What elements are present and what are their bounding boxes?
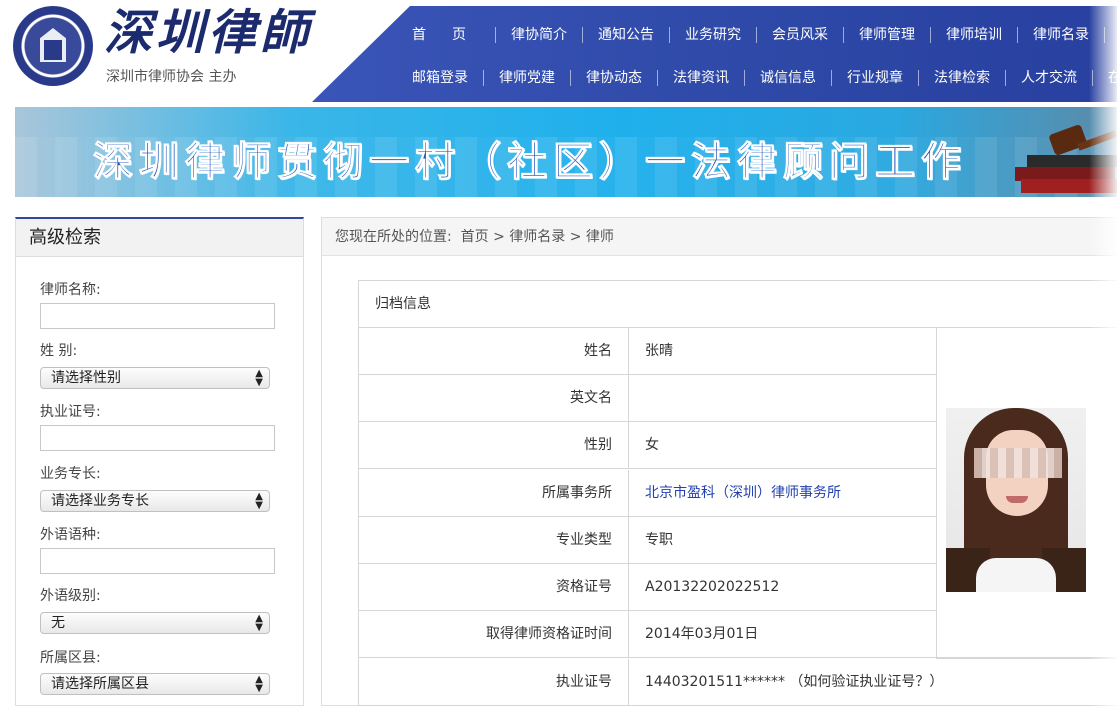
brand-title[interactable]: 深圳律師 [104,4,312,62]
row-key: 姓名 [359,328,629,374]
row-key: 执业证号 [359,659,629,705]
advanced-search-panel: 高级检索 律师名称: 姓 别: 请选择性别 ▲ ▼ 执业证号: 业务专长: 请选择… [15,217,304,706]
select-arrows-icon: ▲ ▼ [255,368,263,388]
brand-subtitle: 深圳市律师协会 主办 [106,69,237,85]
nav-training[interactable]: 律师培训 [930,27,1017,43]
table-row: 所属事务所 北京市盈科（深圳）律师事务所 [359,470,936,517]
gender-select[interactable]: 请选择性别 ▲ ▼ [40,367,270,389]
lawyer-detail-panel: 您现在所处的位置: 首页 > 律师名录 > 律师 归档信息 姓名 张晴 英文名 … [321,217,1117,706]
lawyer-name-input[interactable] [40,303,275,329]
breadcrumb: 您现在所处的位置: 首页 > 律师名录 > 律师 [322,218,1117,256]
gender-label: 姓 别: [40,343,78,359]
nav-lawyer-more[interactable]: 律师 [1104,27,1117,43]
row-key: 取得律师资格证时间 [359,611,629,657]
banner-text: 深圳律师贯彻一村（社区）一法律顾问工作 [93,139,967,186]
breadcrumb-home-link[interactable]: 首页 [461,218,489,255]
table-row: 英文名 [359,375,936,422]
nav-research[interactable]: 业务研究 [669,27,756,43]
nav-legal-search[interactable]: 法律检索 [918,70,1005,86]
row-key: 所属事务所 [359,470,629,516]
row-value: 专职 [645,532,673,548]
nav-integrity[interactable]: 诚信信息 [744,70,831,86]
table-row: 专业类型 专职 [359,517,936,564]
photo-smile [1006,496,1028,503]
breadcrumb-separator: > [565,229,586,245]
select-arrows-icon: ▲ ▼ [255,674,263,694]
row-value [629,375,645,421]
nav-notices[interactable]: 通知公告 [582,27,669,43]
district-select[interactable]: 请选择所属区县 ▲ ▼ [40,673,270,695]
archive-info-title: 归档信息 [359,281,1117,328]
row-key: 性别 [359,422,629,468]
nav-home[interactable]: 首页 [400,27,495,43]
advanced-search-title: 高级检索 [16,219,303,257]
row-key: 英文名 [359,375,629,421]
nav-regulations[interactable]: 行业规章 [831,70,918,86]
row-key: 资格证号 [359,564,629,610]
language-input[interactable] [40,548,275,574]
row-key: 专业类型 [359,517,629,563]
photo-cell [936,328,1117,659]
nav-online[interactable]: 在线 [1092,70,1117,86]
lawyer-photo [946,408,1086,592]
district-label: 所属区县: [40,650,101,666]
table-row: 执业证号 14403201511****** （如何验证执业证号？） [359,659,1117,706]
site-header: 深圳律師 深圳市律师协会 主办 首页 律协简介 通知公告 业务研究 会员风采 律… [0,0,1117,104]
table-row: 性别 女 [359,422,936,469]
lawyer-name-label: 律师名称: [40,282,101,298]
row-value: 张晴 [645,343,673,359]
specialty-label: 业务专长: [40,466,101,482]
nav-directory[interactable]: 律师名录 [1017,27,1104,43]
gavel-books-icon [1015,124,1117,193]
nav-members[interactable]: 会员风采 [756,27,843,43]
breadcrumb-prefix: 您现在所处的位置: [335,229,452,245]
nav-legal-info[interactable]: 法律资讯 [657,70,744,86]
license-number-label: 执业证号: [40,404,101,420]
table-row: 资格证号 A20132202022512 [359,564,936,611]
nav-jobs[interactable]: 人才交流 [1005,70,1092,86]
breadcrumb-separator: > [488,229,510,245]
row-value: A20132202022512 [645,579,780,595]
select-arrows-icon: ▲ ▼ [255,491,263,511]
license-number-value[interactable]: 14403201511****** （如何验证执业证号？） [629,659,943,705]
association-seal-logo[interactable] [13,6,93,86]
breadcrumb-current: 律师 [585,229,614,245]
language-label: 外语语种: [40,527,101,543]
district-select-value: 请选择所属区县 [51,676,149,692]
law-firm-link[interactable]: 北京市盈科（深圳）律师事务所 [629,470,841,516]
language-level-label: 外语级别: [40,588,101,604]
table-row: 姓名 张晴 [359,328,936,375]
nav-lawyer-management[interactable]: 律师管理 [843,27,930,43]
photo-privacy-blur [974,448,1062,478]
nav-news[interactable]: 律协动态 [570,70,657,86]
specialty-select-value: 请选择业务专长 [51,493,149,509]
main-nav: 首页 律协简介 通知公告 业务研究 会员风采 律师管理 律师培训 律师名录 律师… [312,6,1117,102]
language-level-select[interactable]: 无 ▲ ▼ [40,612,270,634]
photo-shirt [976,558,1056,592]
row-value: 女 [645,437,659,453]
seal-door-icon [44,40,62,60]
specialty-select[interactable]: 请选择业务专长 ▲ ▼ [40,490,270,512]
promo-banner[interactable]: 深圳律师贯彻一村（社区）一法律顾问工作 [15,107,1117,197]
nav-row-1: 首页 律协简介 通知公告 业务研究 会员风采 律师管理 律师培训 律师名录 律师 [400,27,1117,43]
gender-select-value: 请选择性别 [51,370,121,386]
language-level-select-value: 无 [51,615,65,631]
nav-party[interactable]: 律师党建 [483,70,570,86]
nav-about[interactable]: 律协简介 [495,27,582,43]
breadcrumb-directory-link[interactable]: 律师名录 [509,218,565,255]
row-value: 2014年03月01日 [645,626,759,642]
license-number-input[interactable] [40,425,275,451]
nav-mail-login[interactable]: 邮箱登录 [400,70,483,86]
nav-row-2: 邮箱登录 律师党建 律协动态 法律资讯 诚信信息 行业规章 法律检索 人才交流 … [400,70,1117,86]
breadcrumb-spacer [452,218,461,255]
archive-info-table: 归档信息 姓名 张晴 英文名 性别 女 所属事务所 北京市盈科（深圳）律师事务所… [358,280,1117,706]
select-arrows-icon: ▲ ▼ [255,613,263,633]
